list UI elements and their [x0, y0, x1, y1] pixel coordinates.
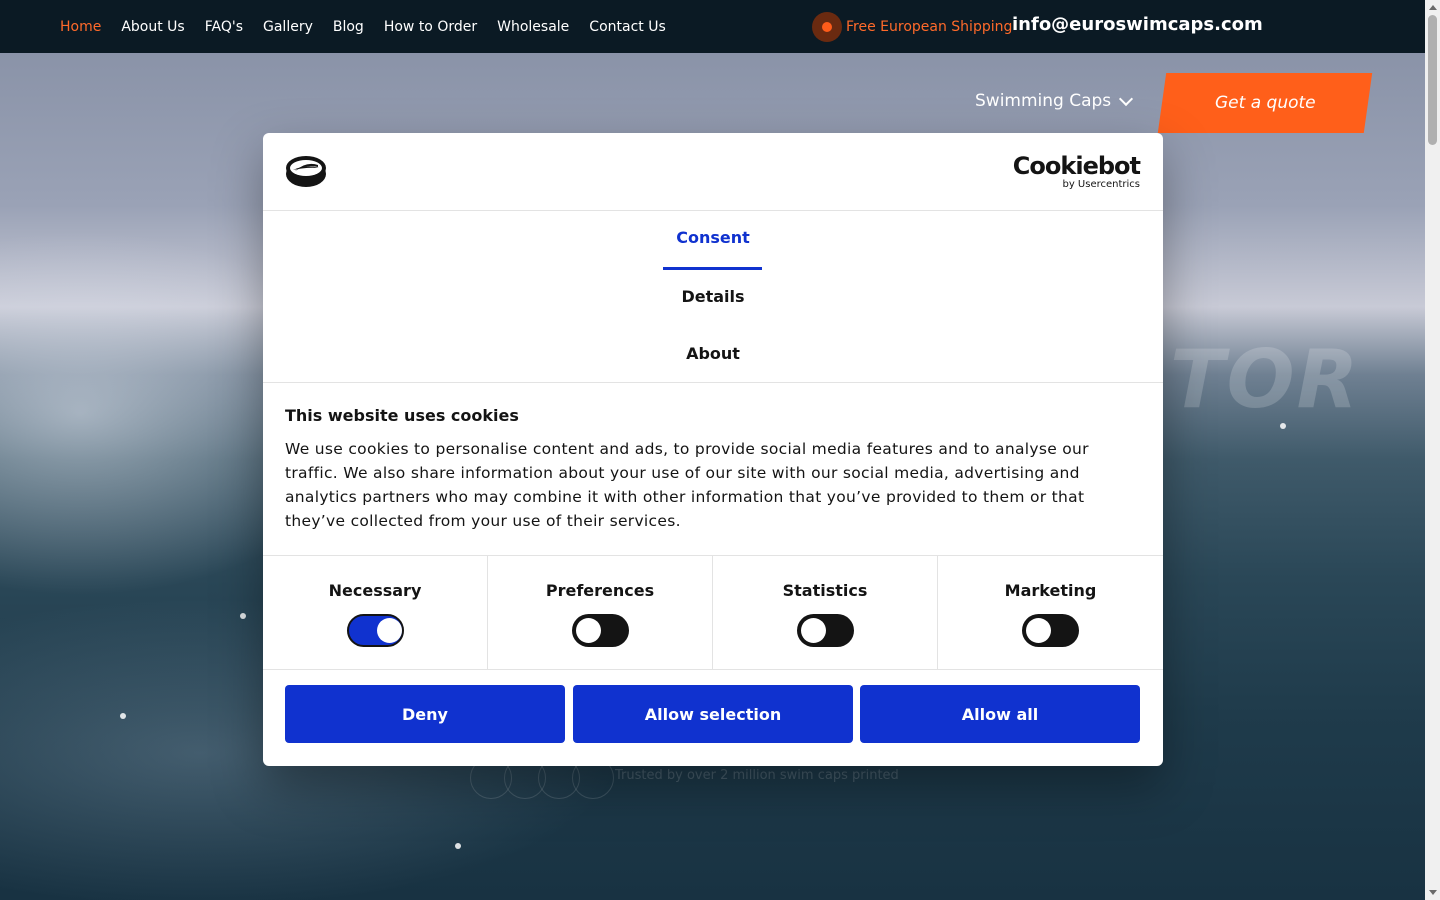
toggle-cell-statistics: Statistics	[713, 556, 938, 669]
email-link[interactable]: info@euroswimcaps.com	[1012, 14, 1263, 35]
toggle-cell-preferences: Preferences	[488, 556, 713, 669]
shipping-dot-icon	[812, 12, 842, 42]
nav-link-faqs[interactable]: FAQ's	[205, 19, 243, 35]
consent-heading: This website uses cookies	[285, 406, 519, 425]
free-shipping-notice: Free European Shipping	[812, 12, 1012, 42]
water-glint	[455, 843, 461, 849]
nav-link-wholesale[interactable]: Wholesale	[497, 19, 569, 35]
chevron-down-icon	[1119, 91, 1134, 107]
swimming-caps-label: Swimming Caps	[975, 91, 1112, 111]
toggle-cell-marketing: Marketing	[938, 556, 1163, 669]
get-a-quote-button[interactable]: Get a quote	[1157, 73, 1373, 133]
toggle-knob	[576, 618, 601, 643]
nav-link-about-us[interactable]: About Us	[121, 19, 184, 35]
tab-details[interactable]: Details	[263, 287, 1163, 306]
nav-link-contact-us[interactable]: Contact Us	[589, 19, 665, 35]
active-tab-indicator	[663, 267, 762, 270]
top-bar: Home About Us FAQ's Gallery Blog How to …	[0, 0, 1425, 53]
allow-all-button[interactable]: Allow all	[860, 685, 1140, 743]
water-glint	[240, 613, 246, 619]
scroll-up-arrow-icon[interactable]	[1429, 5, 1437, 10]
water-glint	[120, 713, 126, 719]
deny-button[interactable]: Deny	[285, 685, 565, 743]
tab-about[interactable]: About	[263, 344, 1163, 363]
cookie-category-toggles: Necessary Preferences Statistics Marketi…	[263, 555, 1163, 670]
consent-body-text: We use cookies to personalise content an…	[285, 440, 1089, 530]
dialog-header: Cookiebot by Usercentrics	[263, 133, 1163, 211]
toggle-cell-necessary: Necessary	[263, 556, 488, 669]
allow-selection-button[interactable]: Allow selection	[573, 685, 853, 743]
toggle-label-statistics: Statistics	[782, 581, 868, 600]
consent-buttons: Deny Allow selection Allow all	[285, 685, 1141, 743]
nav-link-gallery[interactable]: Gallery	[263, 19, 313, 35]
cookiebot-wordmark: Cookiebot	[1012, 152, 1141, 180]
scroll-down-arrow-icon[interactable]	[1429, 890, 1437, 895]
toggle-label-necessary: Necessary	[328, 581, 422, 600]
necessary-toggle[interactable]	[347, 614, 404, 647]
scroll-thumb[interactable]	[1428, 15, 1437, 145]
toggle-label-preferences: Preferences	[545, 581, 655, 600]
cookiebot-subtitle: by Usercentrics	[1062, 179, 1140, 190]
nav-link-how-to-order[interactable]: How to Order	[384, 19, 477, 35]
nav-link-home[interactable]: Home	[60, 19, 101, 35]
shipping-text: Free European Shipping	[846, 19, 1013, 35]
hero-watermark-text: TOR	[1170, 333, 1361, 426]
swimming-caps-dropdown[interactable]: Swimming Caps	[975, 91, 1134, 111]
cookiebot-logo[interactable]: Cookiebot by Usercentrics	[1012, 152, 1141, 191]
toggle-knob	[1026, 618, 1051, 643]
toggle-knob	[801, 618, 826, 643]
toggle-knob	[377, 618, 402, 643]
site-logo-icon	[286, 156, 326, 187]
tab-consent[interactable]: Consent	[263, 228, 1163, 247]
dialog-tabs: Consent Details About	[263, 211, 1163, 383]
preferences-toggle[interactable]	[572, 614, 629, 647]
consent-content: This website uses cookies We use cookies…	[285, 404, 1141, 533]
main-nav: Home About Us FAQ's Gallery Blog How to …	[60, 0, 686, 53]
nav-link-blog[interactable]: Blog	[333, 19, 364, 35]
toggle-label-marketing: Marketing	[1004, 581, 1097, 600]
cookie-consent-dialog: Cookiebot by Usercentrics Consent Detail…	[263, 133, 1163, 766]
get-a-quote-label: Get a quote	[1214, 93, 1316, 113]
hero-trust-text: Trusted by over 2 million swim caps prin…	[615, 768, 899, 783]
statistics-toggle[interactable]	[797, 614, 854, 647]
page-scrollbar[interactable]	[1425, 0, 1440, 900]
marketing-toggle[interactable]	[1022, 614, 1079, 647]
